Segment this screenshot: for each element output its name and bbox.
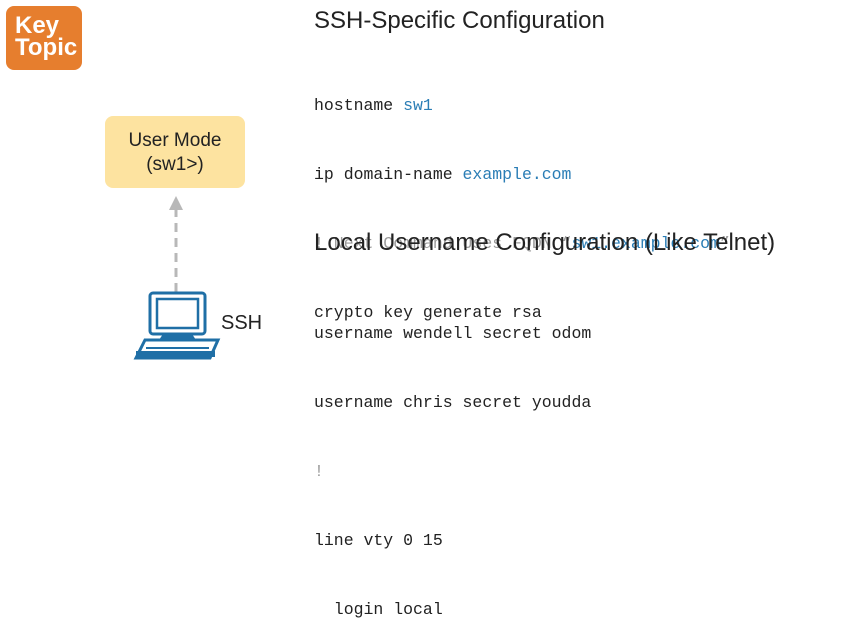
code-line-user-wendell: username wendell secret odom <box>314 324 592 343</box>
code-line-login: login local <box>314 600 443 619</box>
code-line-user-chris: username chris secret youdda <box>314 393 592 412</box>
code-line-domain: ip domain-name example.com <box>314 165 572 184</box>
ssh-config-title: SSH-Specific Configuration <box>314 7 605 34</box>
code-line-bang: ! <box>314 462 324 481</box>
local-config-code: username wendell secret odom username ch… <box>314 276 591 644</box>
local-config-title: Local Username Configuration (Like Telne… <box>314 229 776 256</box>
ssh-arrow-head <box>169 196 183 210</box>
code-line-hostname: hostname sw1 <box>314 96 433 115</box>
pc-icon <box>133 291 221 360</box>
ssh-label: SSH <box>221 312 263 334</box>
code-line-vty: line vty 0 15 <box>314 531 443 550</box>
